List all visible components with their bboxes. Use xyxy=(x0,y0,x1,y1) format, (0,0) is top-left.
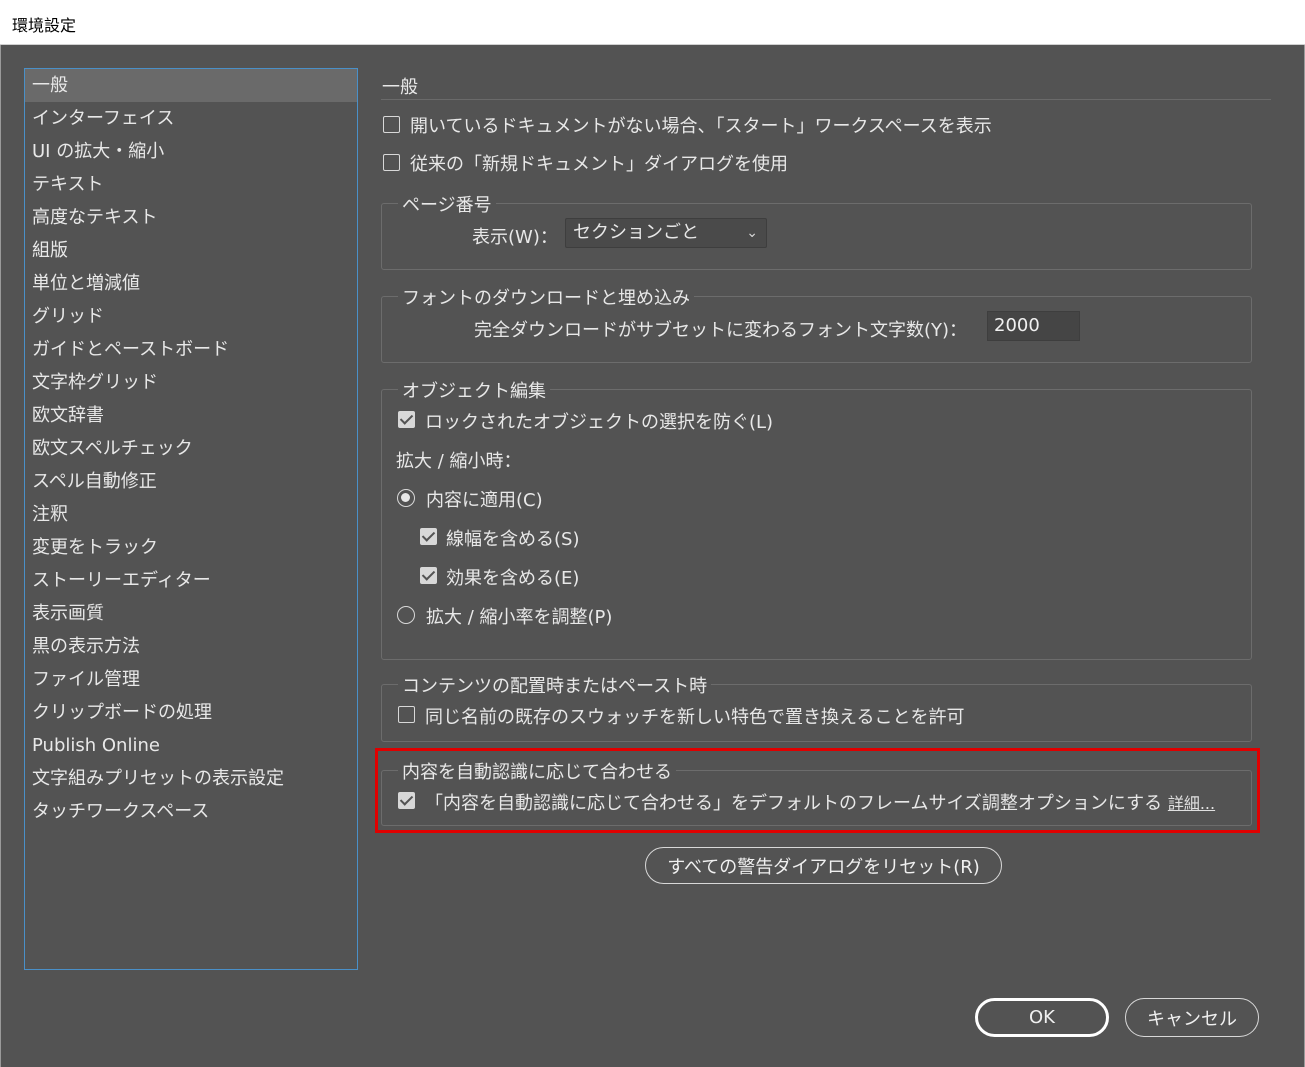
start-workspace-label: 開いているドキュメントがない場合、「スタート」ワークスペースを表示 xyxy=(410,116,992,137)
legacy-new-doc-checkbox[interactable] xyxy=(383,154,400,171)
sidebar-item-composition[interactable]: 組版 xyxy=(25,234,357,267)
sidebar-item-autocorrect[interactable]: スペル自動修正 xyxy=(25,465,357,498)
sidebar-item-advanced-text[interactable]: 高度なテキスト xyxy=(25,201,357,234)
sidebar-item-spelling[interactable]: 欧文スペルチェック xyxy=(25,432,357,465)
sidebar-item-frame-grid[interactable]: 文字枠グリッド xyxy=(25,366,357,399)
adjust-scale-radio[interactable] xyxy=(397,606,415,624)
include-stroke-checkbox[interactable] xyxy=(420,528,437,545)
apply-content-radio[interactable] xyxy=(397,489,415,507)
sidebar-item-touch-workspace[interactable]: タッチワークスペース xyxy=(25,795,357,828)
sidebar-item-text[interactable]: テキスト xyxy=(25,168,357,201)
page-title: 一般 xyxy=(382,77,418,98)
scale-label: 拡大 / 縮小時： xyxy=(396,451,522,472)
sidebar-item-track-changes[interactable]: 変更をトラック xyxy=(25,531,357,564)
sidebar-item-interface[interactable]: インターフェイス xyxy=(25,102,357,135)
page-number-view-dropdown[interactable]: セクションごと ⌄ xyxy=(565,218,767,248)
sidebar-item-notes[interactable]: 注釈 xyxy=(25,498,357,531)
sidebar-item-publish-online[interactable]: Publish Online xyxy=(25,729,357,762)
include-effects-label: 効果を含める(E) xyxy=(446,568,580,589)
sidebar-item-general[interactable]: 一般 xyxy=(25,69,357,102)
title-bar: 環境設定 xyxy=(0,0,1305,45)
highlight-box xyxy=(375,748,1260,833)
legacy-new-doc-label: 従来の「新規ドキュメント」ダイアログを使用 xyxy=(410,154,788,175)
page-number-view-label: 表示(W)： xyxy=(472,227,558,248)
chevron-down-icon: ⌄ xyxy=(746,225,758,241)
swatch-replace-label: 同じ名前の既存のスウォッチを新しい特色で置き換えることを許可 xyxy=(425,707,965,728)
window-frame-left xyxy=(0,45,1,1067)
font-download-title: フォントのダウンロードと埋め込み xyxy=(398,284,694,310)
sidebar-item-story-editor[interactable]: ストーリーエディター xyxy=(25,564,357,597)
sidebar-item-ui-scaling[interactable]: UI の拡大・縮小 xyxy=(25,135,357,168)
heading-divider xyxy=(381,99,1271,100)
sidebar-item-display-performance[interactable]: 表示画質 xyxy=(25,597,357,630)
sidebar-item-mojikumi[interactable]: 文字組みプリセットの表示設定 xyxy=(25,762,357,795)
start-workspace-checkbox[interactable] xyxy=(383,116,400,133)
include-stroke-label: 線幅を含める(S) xyxy=(446,529,580,550)
sidebar-item-units-increments[interactable]: 単位と増減値 xyxy=(25,267,357,300)
object-edit-title: オブジェクト編集 xyxy=(398,377,550,403)
font-subset-label: 完全ダウンロードがサブセットに変わるフォント文字数(Y)： xyxy=(474,320,968,341)
prevent-locked-label: ロックされたオブジェクトの選択を防ぐ(L) xyxy=(425,412,774,433)
category-list[interactable]: 一般 インターフェイス UI の拡大・縮小 テキスト 高度なテキスト 組版 単位… xyxy=(24,68,358,970)
sidebar-item-grids[interactable]: グリッド xyxy=(25,300,357,333)
content-placement-title: コンテンツの配置時またはペースト時 xyxy=(398,672,712,698)
ok-button[interactable]: OK xyxy=(975,998,1109,1037)
reset-warnings-button[interactable]: すべての警告ダイアログをリセット(R) xyxy=(645,847,1002,884)
apply-content-label: 内容に適用(C) xyxy=(426,490,543,511)
sidebar-item-file-handling[interactable]: ファイル管理 xyxy=(25,663,357,696)
prevent-locked-checkbox[interactable] xyxy=(398,411,415,428)
font-subset-input[interactable]: 2000 xyxy=(987,311,1080,341)
swatch-replace-checkbox[interactable] xyxy=(398,706,415,723)
adjust-scale-label: 拡大 / 縮小率を調整(P) xyxy=(426,607,613,628)
page-number-view-value: セクションごと xyxy=(573,222,699,243)
sidebar-item-dictionary[interactable]: 欧文辞書 xyxy=(25,399,357,432)
page-number-title: ページ番号 xyxy=(398,191,496,217)
sidebar-item-black-appearance[interactable]: 黒の表示方法 xyxy=(25,630,357,663)
sidebar-item-clipboard[interactable]: クリップボードの処理 xyxy=(25,696,357,729)
include-effects-checkbox[interactable] xyxy=(420,567,437,584)
cancel-button[interactable]: キャンセル xyxy=(1125,998,1259,1037)
sidebar-item-guides-pasteboard[interactable]: ガイドとペーストボード xyxy=(25,333,357,366)
window-title: 環境設定 xyxy=(12,16,77,35)
